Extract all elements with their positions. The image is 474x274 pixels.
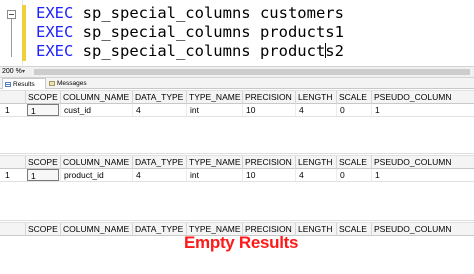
table-cell[interactable]: 10 [242, 169, 295, 181]
horizontal-scrollbar[interactable] [34, 69, 470, 75]
table-cell[interactable]: cust_id [60, 104, 132, 116]
results-tabbar: Results Messages [0, 78, 474, 89]
tab-label: Messages [57, 80, 87, 87]
column-header[interactable]: DATA_TYPE [132, 223, 186, 236]
column-header[interactable]: SCALE [336, 91, 371, 104]
column-header[interactable]: LENGTH [295, 91, 336, 104]
table-cell[interactable]: 1 [27, 169, 59, 181]
sql-keyword: EXEC [36, 4, 74, 22]
table-cell[interactable]: 4 [132, 169, 186, 181]
column-header[interactable]: PRECISION [242, 156, 295, 169]
outline-line [11, 19, 12, 57]
query-editor[interactable]: EXEC sp_special_columns customers EXEC sp… [0, 0, 474, 66]
result-grid-2[interactable]: SCOPE COLUMN_NAME DATA_TYPE TYPE_NAME PR… [0, 155, 474, 183]
column-header[interactable]: TYPE_NAME [186, 156, 242, 169]
collapse-icon[interactable] [7, 10, 16, 19]
column-header[interactable]: COLUMN_NAME [60, 156, 132, 169]
code-text: sp_special_columns products1 [73, 23, 344, 41]
scrollbar-thumb[interactable] [34, 69, 470, 75]
table-cell[interactable]: 0 [336, 104, 371, 116]
code-text: sp_special_columns customers [73, 4, 344, 22]
table-cell[interactable]: 1 [371, 104, 474, 116]
table-cell[interactable]: 1 [371, 169, 474, 181]
result-grid-1[interactable]: SCOPE COLUMN_NAME DATA_TYPE TYPE_NAME PR… [0, 90, 474, 118]
row-number: 1 [5, 170, 10, 180]
code-line-2: EXEC sp_special_columns products1 [36, 23, 344, 42]
table-cell[interactable]: 0 [336, 169, 371, 181]
table-cell[interactable]: int [186, 169, 242, 181]
table-cell[interactable]: int [186, 104, 242, 116]
code-line-3: EXEC sp_special_columns products2 [36, 42, 344, 61]
grid-separator[interactable] [0, 220, 474, 221]
chevron-down-icon[interactable]: ▾ [22, 68, 30, 76]
empty-results-annotation: Empty Results [184, 233, 299, 252]
column-header[interactable]: PRECISION [242, 91, 295, 104]
column-header[interactable]: PSEUDO_COLUMN [371, 91, 474, 104]
tab-label: Results [13, 80, 35, 88]
column-header[interactable]: LENGTH [295, 156, 336, 169]
column-header[interactable]: PSEUDO_COLUMN [371, 223, 474, 236]
code-text: sp_special_columns product [73, 42, 326, 60]
grid-icon [5, 81, 11, 87]
sql-code[interactable]: EXEC sp_special_columns customers EXEC sp… [36, 4, 344, 61]
grid-header: SCOPE COLUMN_NAME DATA_TYPE TYPE_NAME PR… [0, 90, 474, 104]
change-tracking-bar [22, 5, 26, 61]
column-header[interactable]: LENGTH [295, 223, 336, 236]
tab-messages[interactable]: Messages [47, 78, 91, 89]
editor-gutter [0, 0, 23, 66]
tab-results[interactable]: Results [2, 78, 46, 89]
row-number: 1 [5, 105, 10, 115]
column-header[interactable]: SCALE [336, 223, 371, 236]
table-row[interactable]: 1 1 product_id 4 int 10 4 0 1 [0, 169, 474, 182]
grid-header: SCOPE COLUMN_NAME DATA_TYPE TYPE_NAME PR… [0, 155, 474, 169]
table-cell[interactable]: product_id [60, 169, 132, 181]
column-header[interactable]: COLUMN_NAME [60, 91, 132, 104]
column-header[interactable]: SCOPE [25, 223, 60, 236]
zoom-level[interactable]: 200 % [2, 67, 22, 77]
column-header[interactable]: SCALE [336, 156, 371, 169]
zoom-bar: 200 % ▾ [0, 66, 474, 78]
column-header[interactable]: SCOPE [25, 91, 60, 104]
column-header[interactable]: PSEUDO_COLUMN [371, 156, 474, 169]
sql-keyword: EXEC [36, 42, 74, 60]
column-header[interactable]: TYPE_NAME [186, 91, 242, 104]
column-header[interactable]: DATA_TYPE [132, 156, 186, 169]
messages-icon [49, 81, 55, 86]
table-row[interactable]: 1 1 cust_id 4 int 10 4 0 1 [0, 104, 474, 117]
sql-keyword: EXEC [36, 23, 74, 41]
column-header[interactable]: DATA_TYPE [132, 91, 186, 104]
code-line-1: EXEC sp_special_columns customers [36, 4, 344, 23]
table-cell[interactable]: 10 [242, 104, 295, 116]
column-header[interactable]: COLUMN_NAME [60, 223, 132, 236]
table-cell[interactable]: 4 [132, 104, 186, 116]
code-text: s2 [325, 42, 344, 60]
grid-separator[interactable] [0, 153, 474, 154]
table-cell[interactable]: 4 [295, 104, 336, 116]
table-cell[interactable]: 4 [295, 169, 336, 181]
table-cell[interactable]: 1 [27, 104, 59, 116]
column-header[interactable]: SCOPE [25, 156, 60, 169]
